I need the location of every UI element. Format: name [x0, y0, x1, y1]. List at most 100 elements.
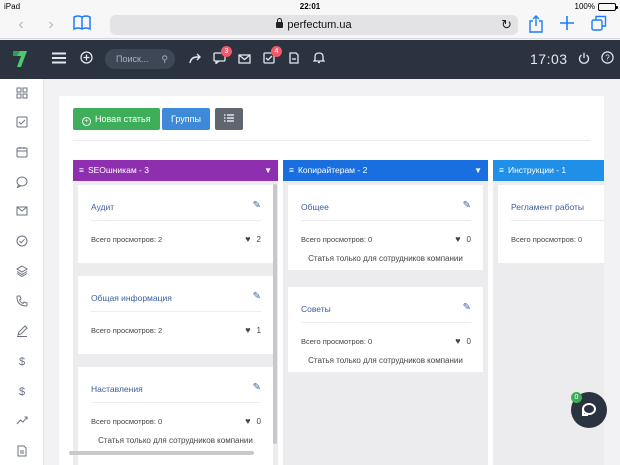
list-view-button[interactable]: [215, 108, 243, 130]
article-title[interactable]: Советы: [301, 304, 331, 314]
reload-icon[interactable]: ↻: [501, 17, 512, 33]
add-circle-icon[interactable]: [77, 51, 95, 69]
views-count: Всего просмотров: 2: [91, 326, 163, 335]
battery-percent: 100%: [574, 2, 595, 11]
column-scrollbar[interactable]: [273, 184, 277, 444]
pen-icon[interactable]: [15, 325, 29, 339]
trend-icon[interactable]: [15, 415, 29, 429]
heart-icon[interactable]: ♥: [455, 234, 460, 244]
group-column-copywriters: ≡ Копирайтерам - 2 ▼ Общее ✎ Всего просмо…: [283, 160, 488, 465]
check-circle-icon[interactable]: [15, 235, 29, 249]
calendar-icon[interactable]: [15, 146, 29, 160]
chat-icon[interactable]: [15, 176, 29, 190]
heart-icon[interactable]: ♥: [245, 234, 250, 244]
share-arrow-icon[interactable]: [186, 51, 204, 69]
likes[interactable]: ♥ 0: [245, 416, 261, 426]
article-title[interactable]: Общее: [301, 202, 329, 212]
search-icon: ⚲: [161, 54, 168, 64]
checkbox-icon[interactable]: [15, 116, 29, 130]
new-article-label: Новая статья: [95, 114, 151, 124]
group-header-instructions[interactable]: ≡ Инструкции - 1: [493, 160, 604, 181]
help-icon[interactable]: ?: [598, 51, 616, 69]
article-title[interactable]: Аудит: [91, 202, 114, 212]
dashboard-icon[interactable]: [15, 87, 29, 101]
documents-icon[interactable]: [285, 51, 303, 69]
header-clock: 17:03: [530, 51, 568, 67]
article-card[interactable]: Советы ✎ Всего просмотров: 0 ♥ 0 Статья т…: [288, 287, 483, 372]
article-title[interactable]: Наставления: [91, 384, 143, 394]
list-icon: [224, 114, 234, 122]
chat-bubble-icon: [582, 403, 596, 416]
article-card[interactable]: Общее ✎ Всего просмотров: 0 ♥ 0 Статья то…: [288, 185, 483, 270]
bell-icon[interactable]: [310, 51, 328, 69]
likes[interactable]: ♥ 2: [245, 234, 261, 244]
views-count: Всего просмотров: 0: [511, 235, 583, 244]
layers-icon[interactable]: [15, 265, 29, 279]
heart-icon[interactable]: ♥: [245, 416, 250, 426]
envelope-icon[interactable]: [15, 206, 29, 220]
heart-icon[interactable]: ♥: [245, 325, 250, 335]
likes[interactable]: ♥ 0: [455, 234, 471, 244]
back-icon[interactable]: ‹: [12, 16, 30, 34]
list-icon: ≡: [79, 165, 84, 175]
list-icon: ≡: [289, 165, 294, 175]
search-placeholder: Поиск...: [116, 54, 149, 64]
staff-only-note: Статья только для сотрудников компании: [98, 436, 253, 445]
edit-pencil-icon[interactable]: ✎: [253, 200, 261, 211]
power-icon[interactable]: [575, 51, 593, 69]
chevron-down-icon[interactable]: ▼: [264, 160, 272, 181]
article-title[interactable]: Регламент работы: [511, 202, 584, 212]
lock-icon: [276, 18, 284, 28]
heart-icon[interactable]: ♥: [455, 336, 460, 346]
likes[interactable]: ♥ 0: [455, 336, 471, 346]
group-header-seo[interactable]: ≡ SEOшникам - 3 ▼: [73, 160, 278, 181]
address-bar[interactable]: perfectum.ua ↻: [110, 15, 518, 35]
browser-toolbar: ‹ › perfectum.ua ↻: [0, 12, 620, 39]
phone-icon[interactable]: [15, 295, 29, 309]
share-icon[interactable]: [526, 15, 546, 35]
tasks-icon[interactable]: 4: [260, 46, 282, 69]
search-input[interactable]: Поиск... ⚲: [105, 49, 175, 69]
panel-horizontal-scrollbar[interactable]: [69, 451, 254, 455]
article-title[interactable]: Общая информация: [91, 293, 172, 303]
forward-icon[interactable]: ›: [42, 16, 60, 34]
group-title: Инструкции - 1: [507, 165, 567, 175]
toolbar-divider: [73, 140, 590, 141]
dollar-alt-icon[interactable]: $: [15, 385, 29, 399]
article-card[interactable]: Аудит ✎ Всего просмотров: 2 ♥ 2: [78, 185, 273, 263]
groups-button[interactable]: Группы: [162, 108, 210, 130]
chevron-down-icon[interactable]: ▼: [474, 160, 482, 181]
perfectum-logo[interactable]: [12, 50, 28, 68]
file-icon[interactable]: [15, 445, 29, 459]
new-article-button[interactable]: + Новая статья: [73, 108, 160, 130]
groups-label: Группы: [171, 114, 201, 124]
views-count: Всего просмотров: 0: [301, 235, 373, 244]
knowledge-base-panel: + Новая статья Группы ≡ SEOшникам - 3 ▼ Ау…: [59, 96, 604, 465]
staff-only-note: Статья только для сотрудников компании: [308, 356, 463, 365]
tabs-icon[interactable]: [589, 15, 609, 35]
group-title: SEOшникам - 3: [87, 165, 149, 175]
article-card[interactable]: Общая информация ✎ Всего просмотров: 2 ♥…: [78, 276, 273, 354]
plus-icon: +: [82, 117, 91, 126]
views-count: Всего просмотров: 2: [91, 235, 163, 244]
menu-icon[interactable]: [50, 51, 68, 69]
system-time: 22:01: [299, 2, 321, 11]
group-title: Копирайтерам - 2: [297, 165, 368, 175]
chat-badge: 0: [571, 392, 582, 403]
edit-pencil-icon[interactable]: ✎: [463, 200, 471, 211]
edit-pencil-icon[interactable]: ✎: [253, 382, 261, 393]
article-card[interactable]: Регламент работы Всего просмотров: 0: [498, 185, 604, 263]
edit-pencil-icon[interactable]: ✎: [253, 291, 261, 302]
new-tab-icon[interactable]: [557, 15, 577, 35]
likes[interactable]: ♥ 1: [245, 325, 261, 335]
dollar-icon[interactable]: $: [15, 355, 29, 369]
ios-status-bar: iPad 22:01 100%: [0, 0, 620, 12]
bookmarks-icon[interactable]: [72, 15, 92, 35]
sidebar: $ $: [0, 79, 44, 465]
messages-icon[interactable]: 3: [210, 46, 232, 69]
svg-text:?: ?: [605, 54, 610, 63]
edit-pencil-icon[interactable]: ✎: [463, 302, 471, 313]
battery-icon: [598, 2, 618, 11]
mail-icon[interactable]: [235, 51, 253, 69]
group-header-copywriters[interactable]: ≡ Копирайтерам - 2 ▼: [283, 160, 488, 181]
